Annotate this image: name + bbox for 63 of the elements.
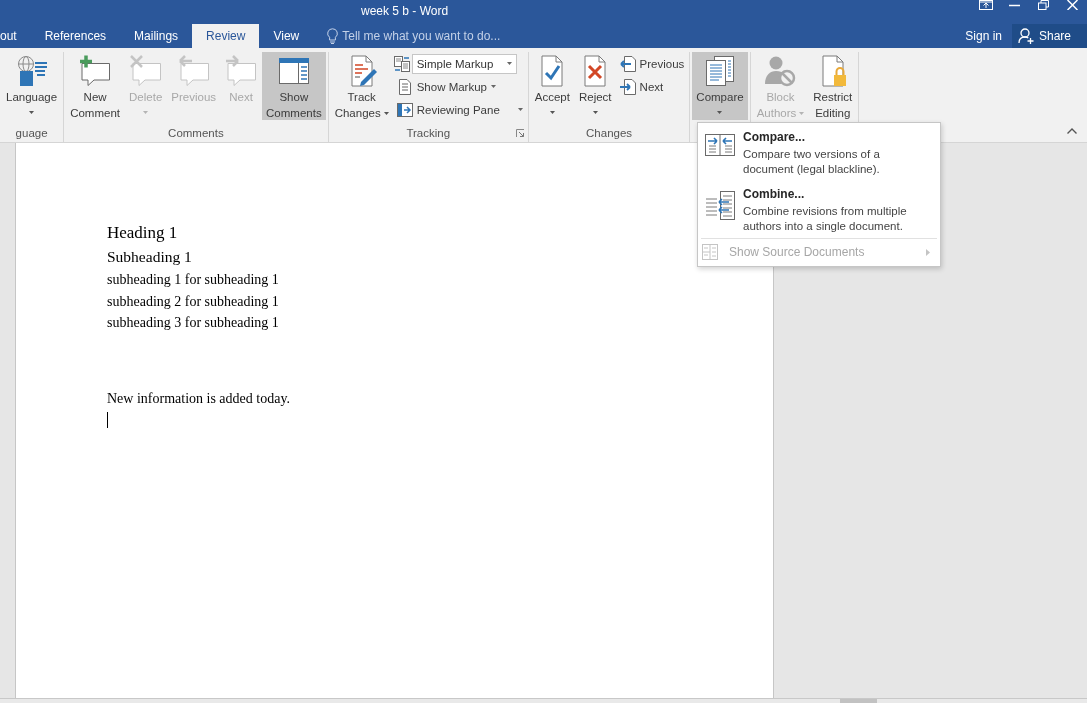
show-markup-button[interactable]: Show Markup: [393, 75, 499, 98]
group-label: Changes: [586, 127, 633, 139]
markup-select[interactable]: Simple Markup: [411, 53, 517, 74]
ribbon-tab[interactable]: Mailings: [120, 24, 193, 48]
grid-document-icon: [702, 244, 718, 260]
documents-icon: [393, 55, 410, 72]
scrollbar-track[interactable]: [0, 698, 1087, 703]
document-icon: [396, 78, 413, 95]
restore-icon[interactable]: [1038, 0, 1049, 10]
previous-change-button[interactable]: Previous: [616, 52, 688, 75]
speech-bubble-plus-icon: [79, 55, 112, 87]
comments-pane-icon: [277, 55, 310, 87]
speech-bubble-right-arrow-icon: [225, 55, 258, 87]
menu-item-description: Combine revisions from multiple authors into a single document.: [743, 204, 907, 234]
share-button[interactable]: Share: [1012, 24, 1087, 48]
dialog-launcher-icon[interactable]: [515, 129, 524, 137]
submenu-arrow-icon: [926, 248, 930, 256]
sign-in-link[interactable]: Sign in: [963, 24, 1004, 48]
menu-item-title: Combine...: [743, 186, 806, 202]
ribbon-tab[interactable]: out: [0, 24, 31, 48]
speech-bubble-left-arrow-icon: [177, 55, 210, 87]
document-paragraph: subheading 1 for subheading 1: [107, 271, 279, 289]
group-label: Tracking: [406, 127, 451, 139]
menu-item[interactable]: Compare... Compare two versions of a document (legal blackline).: [698, 124, 940, 181]
speech-bubble-cross-icon: [129, 55, 162, 87]
accept-button[interactable]: Accept: [530, 52, 574, 120]
new-comment-button[interactable]: New Comment: [66, 52, 125, 120]
next-change-button[interactable]: Next: [616, 75, 667, 98]
group-label: Comments: [168, 127, 224, 139]
compare-button[interactable]: Compare: [692, 52, 748, 120]
ribbon-tab[interactable]: View: [259, 24, 314, 48]
document-paragraph: subheading 3 for subheading 1: [107, 314, 279, 332]
stacked-documents-icon: [704, 55, 736, 87]
window-title: week 5 b - Word: [361, 3, 449, 19]
show-comments-button[interactable]: Show Comments: [262, 52, 326, 120]
language-button[interactable]: Language: [2, 52, 62, 120]
document-arrows-icon: [705, 191, 735, 220]
reviewing-pane-button[interactable]: Reviewing Pane: [393, 98, 526, 121]
two-panes-arrows-icon: [705, 134, 735, 156]
document-paragraph: New information is added today.: [107, 389, 290, 408]
group-label: guage: [15, 127, 48, 139]
close-icon[interactable]: [1067, 0, 1078, 10]
reject-button[interactable]: Reject: [574, 52, 616, 120]
document-left-arrow-icon: [619, 55, 636, 72]
ribbon-tab[interactable]: Review: [192, 24, 260, 48]
menu-item[interactable]: Combine... Combine revisions from multiple authors into a single document.: [698, 181, 940, 238]
document-subheading: Subheading 1: [107, 247, 192, 267]
ribbon-display-options-icon[interactable]: [978, 0, 993, 10]
menu-item-title: Compare...: [743, 129, 806, 145]
person-prohibited-icon: [764, 55, 797, 87]
document-right-arrow-icon: [619, 78, 636, 95]
menu-item-description: Compare two versions of a document (legal blackline).: [743, 147, 880, 177]
globe-icon: [15, 55, 48, 87]
restrict-editing-button[interactable]: Restrict Editing: [809, 52, 857, 120]
document-heading: Heading 1: [107, 222, 178, 244]
document-paragraph: subheading 2 for subheading 1: [107, 292, 279, 311]
scrollbar-thumb[interactable]: [840, 699, 877, 703]
track-changes-button[interactable]: Track Changes: [330, 52, 393, 120]
ribbon-tab[interactable]: References: [30, 24, 121, 48]
collapse-ribbon-icon[interactable]: [1067, 128, 1077, 134]
person-plus-icon: [1018, 28, 1034, 44]
lightbulb-icon: [327, 28, 339, 44]
tell-me-field[interactable]: Tell me what you want to do...: [342, 27, 523, 45]
